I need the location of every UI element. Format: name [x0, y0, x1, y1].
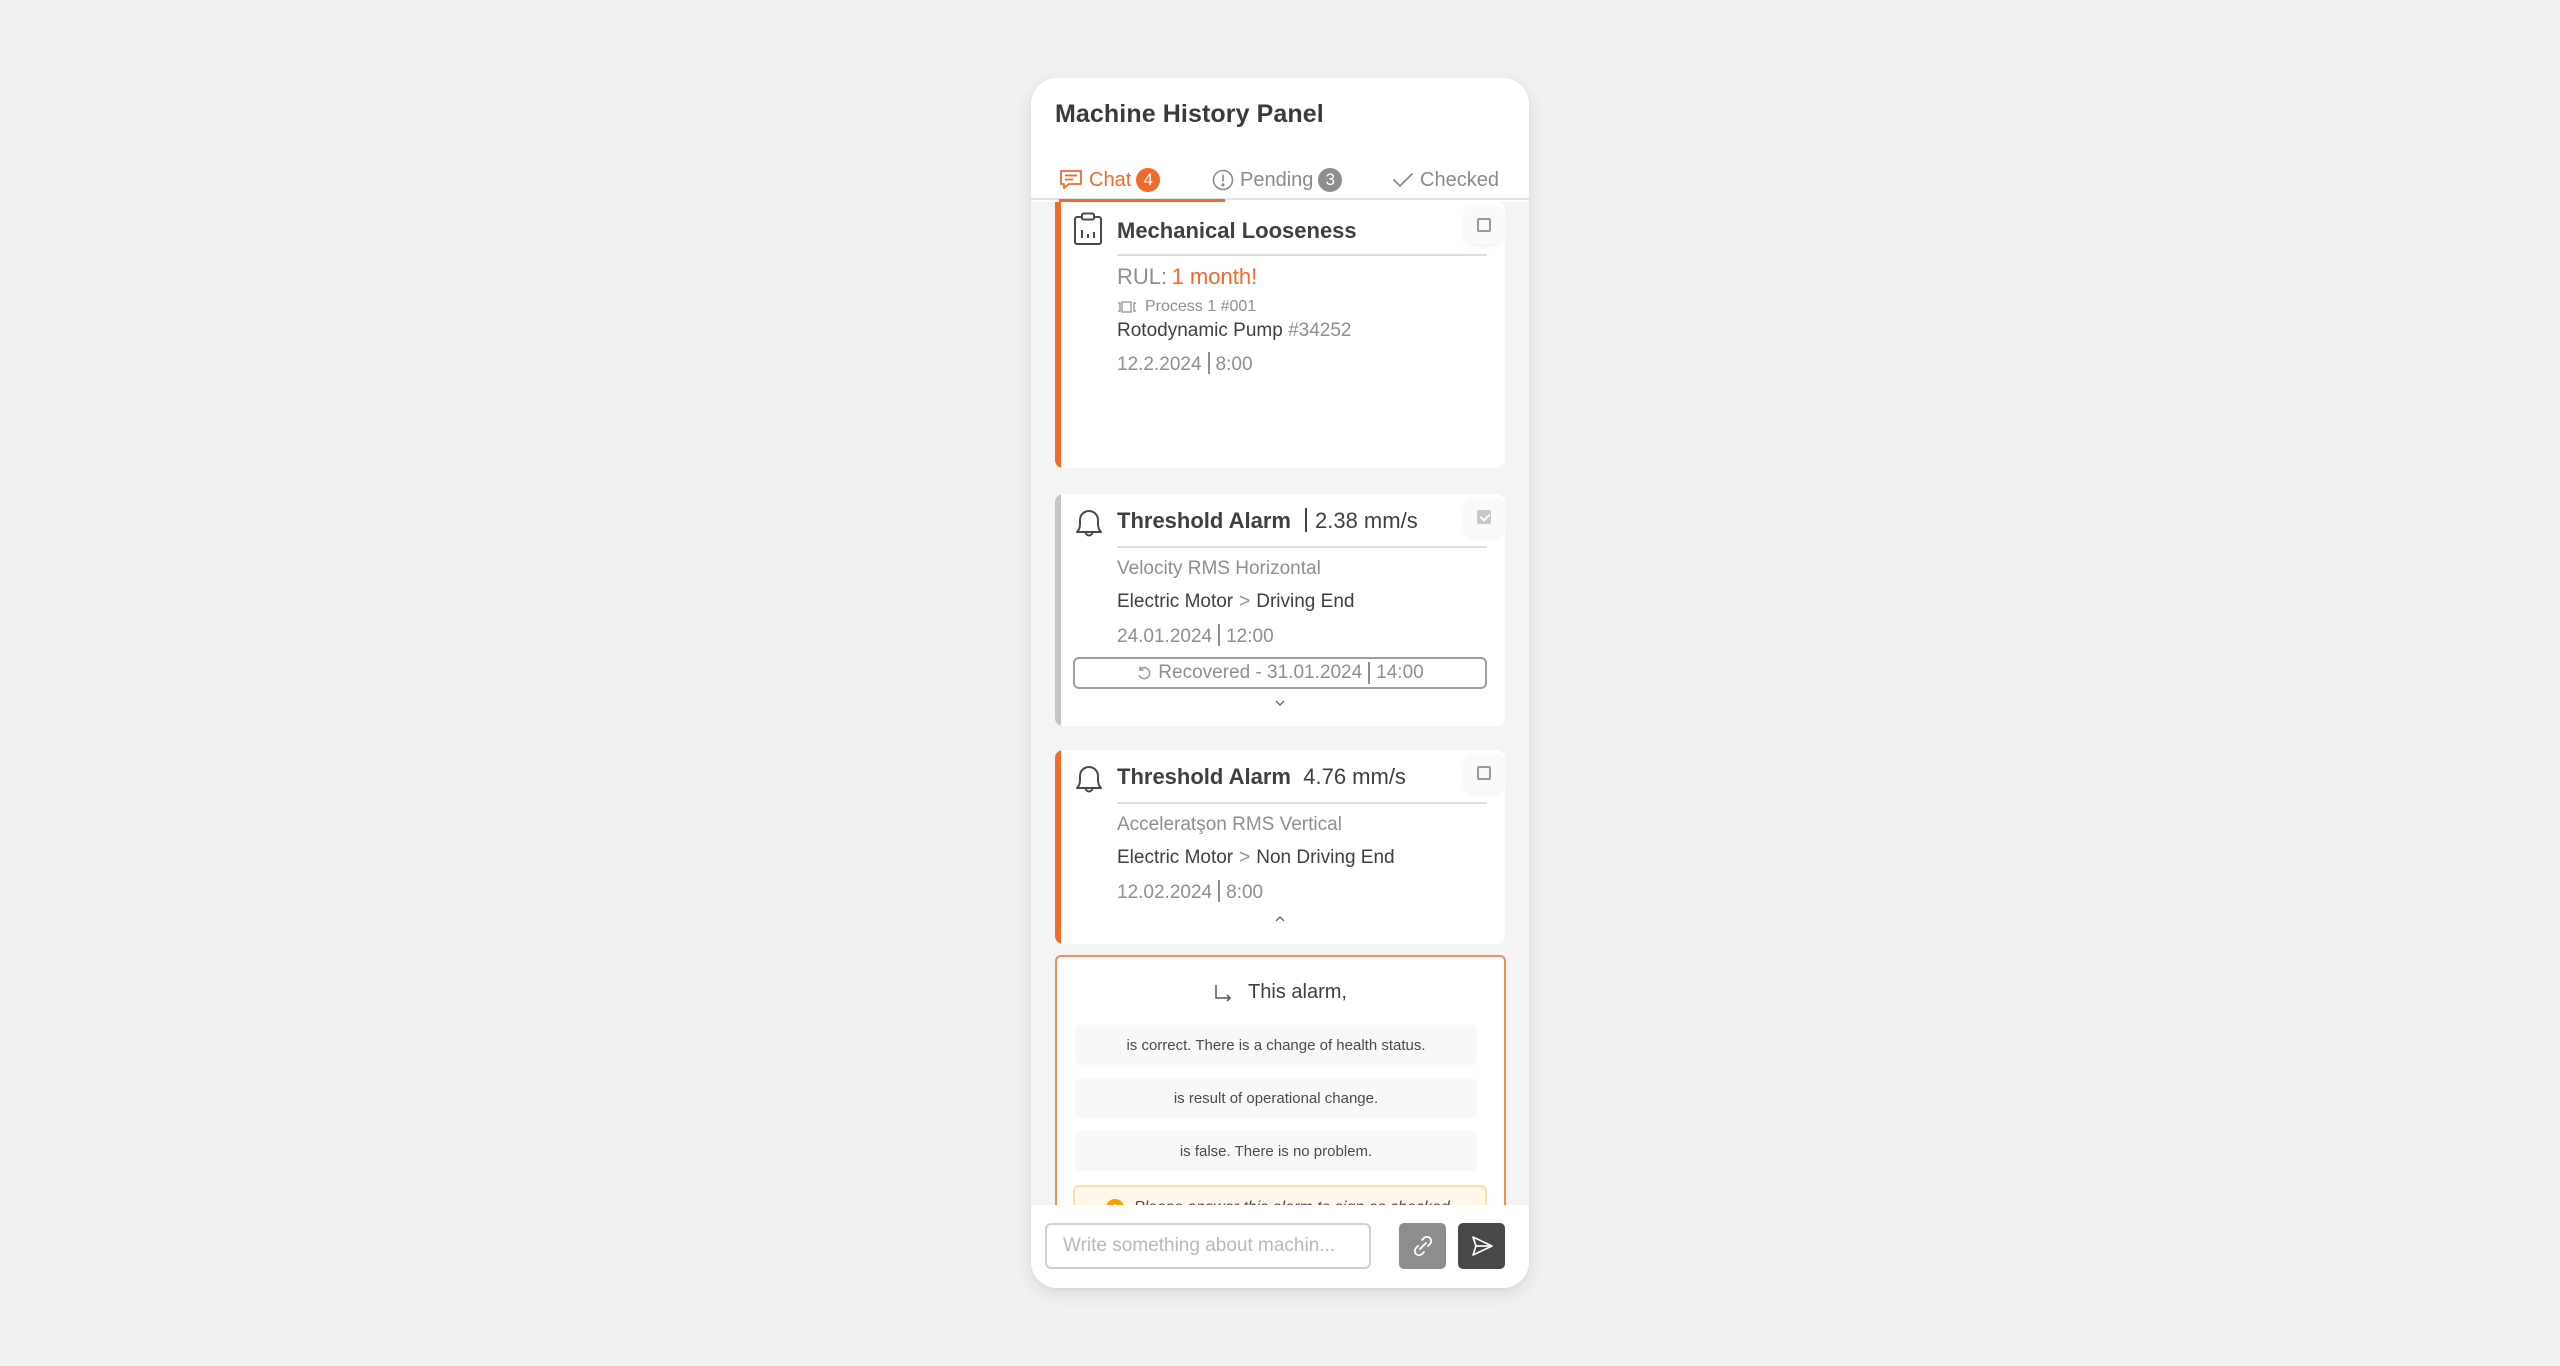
checkbox-box — [1477, 218, 1491, 232]
metric-label: Velocity RMS Horizontal — [1117, 558, 1321, 579]
time: 8:00 — [1215, 354, 1253, 375]
check-icon — [1393, 173, 1413, 187]
time: 8:00 — [1226, 882, 1264, 903]
alarm-value: 2.38 mm/s — [1315, 508, 1418, 533]
clipboard-chart-icon — [1074, 212, 1102, 245]
pipe-divider — [1218, 880, 1221, 902]
rul-value: 1 month! — [1171, 264, 1258, 289]
title-divider — [1305, 508, 1307, 532]
recovered-status: Recovered - 31.01.2024 14:00 — [1073, 657, 1487, 689]
pipe-divider — [1218, 624, 1221, 646]
sub-component: Driving End — [1256, 591, 1355, 612]
machine-history-panel: Machine History Panel Chat 4 Pending 3 C… — [1031, 78, 1529, 1288]
process-row: Process 1 #001 — [1117, 298, 1256, 316]
date: 12.02.2024 — [1117, 882, 1213, 903]
feedback-option-operational[interactable]: is result of operational change. — [1075, 1078, 1477, 1118]
component-breadcrumb: Electric Motor > Non Driving End — [1117, 847, 1395, 869]
attach-button[interactable] — [1399, 1223, 1446, 1269]
date: 24.01.2024 — [1117, 626, 1213, 647]
mark-checked-checkbox[interactable] — [1465, 754, 1503, 792]
rul-row: RUL: 1 month! — [1117, 264, 1257, 290]
message-composer — [1031, 1205, 1529, 1288]
severity-stripe — [1055, 202, 1061, 468]
breadcrumb-separator: > — [1239, 591, 1251, 612]
send-icon — [1471, 1236, 1493, 1256]
alarm-feedback-box: This alarm, is correct. There is a chang… — [1055, 955, 1506, 1205]
expand-toggle[interactable] — [1055, 698, 1505, 708]
checkbox-box-checked — [1477, 510, 1491, 524]
component: Electric Motor — [1117, 847, 1234, 868]
diagnosis-card[interactable]: Mechanical Looseness RUL: 1 month! Proce… — [1055, 202, 1505, 468]
tab-checked[interactable]: Checked — [1392, 160, 1499, 200]
bell-icon — [1076, 766, 1102, 793]
paperclip-icon — [1413, 1235, 1432, 1257]
message-input[interactable] — [1045, 1223, 1371, 1269]
tab-label: Chat — [1089, 168, 1132, 191]
mark-checked-checkbox[interactable] — [1465, 498, 1503, 536]
collapse-toggle[interactable] — [1055, 914, 1505, 924]
chevron-up-icon — [1275, 916, 1285, 922]
card-divider — [1117, 254, 1487, 256]
date: 12.2.2024 — [1117, 354, 1202, 375]
breadcrumb-separator: > — [1239, 847, 1251, 868]
alarm-value: 4.76 mm/s — [1303, 764, 1406, 789]
process-icon — [1118, 301, 1136, 313]
tab-pending[interactable]: Pending 3 — [1212, 160, 1343, 200]
card-divider — [1117, 546, 1487, 548]
tab-count-badge: 3 — [1318, 168, 1343, 192]
timestamp: 12.2.2024 8:00 — [1117, 352, 1253, 376]
card-title: Threshold Alarm 2.38 mm/s — [1117, 508, 1418, 534]
metric-label: Acceleratşon RMS Vertical — [1117, 814, 1342, 835]
card-title: Mechanical Looseness — [1117, 218, 1357, 243]
card-title: Threshold Alarm 4.76 mm/s — [1117, 764, 1406, 790]
panel-title: Machine History Panel — [1055, 100, 1324, 128]
alarm-title: Threshold Alarm — [1117, 764, 1291, 789]
time: 12:00 — [1226, 626, 1274, 647]
chat-icon — [1060, 170, 1082, 189]
rul-label: RUL: — [1117, 264, 1168, 289]
machine-id: #34252 — [1288, 320, 1352, 341]
feedback-heading-text: This alarm, — [1248, 981, 1347, 1003]
process-id: #001 — [1220, 298, 1257, 315]
feedback-heading: This alarm, — [1057, 981, 1504, 1004]
component: Electric Motor — [1117, 591, 1234, 612]
card-divider — [1117, 802, 1487, 804]
recovered-label: Recovered - 31.01.2024 — [1158, 662, 1363, 683]
tab-chat[interactable]: Chat 4 — [1059, 160, 1225, 202]
recover-icon — [1138, 666, 1151, 680]
severity-stripe — [1055, 494, 1061, 726]
sub-component: Non Driving End — [1256, 847, 1395, 868]
exclamation-circle-icon — [1212, 169, 1234, 191]
tab-count-badge: 4 — [1136, 168, 1161, 192]
bell-icon — [1076, 510, 1102, 537]
component-breadcrumb: Electric Motor > Driving End — [1117, 591, 1354, 613]
feedback-option-correct[interactable]: is correct. There is a change of health … — [1075, 1025, 1477, 1065]
alarm-title: Threshold Alarm — [1117, 508, 1291, 533]
timestamp: 12.02.2024 8:00 — [1117, 880, 1263, 904]
send-button[interactable] — [1458, 1223, 1505, 1269]
tab-label: Pending — [1240, 168, 1314, 191]
checkbox-box — [1477, 766, 1491, 780]
machine-row: Rotodynamic Pump #34252 — [1117, 320, 1351, 342]
chevron-down-icon — [1275, 700, 1285, 706]
machine-name: Rotodynamic Pump — [1117, 320, 1283, 341]
tab-label: Checked — [1420, 168, 1499, 191]
process-name: Process 1 — [1145, 298, 1217, 315]
pipe-divider — [1368, 662, 1371, 684]
message-feed[interactable]: Mechanical Looseness RUL: 1 month! Proce… — [1031, 202, 1529, 1205]
feedback-option-false[interactable]: is false. There is no problem. — [1075, 1131, 1477, 1171]
mark-checked-checkbox[interactable] — [1465, 206, 1503, 244]
recovered-time: 14:00 — [1376, 662, 1424, 683]
pipe-divider — [1207, 352, 1210, 374]
timestamp: 24.01.2024 12:00 — [1117, 624, 1274, 648]
alarm-card[interactable]: Threshold Alarm 2.38 mm/s Velocity RMS Ho… — [1055, 494, 1505, 726]
alarm-card[interactable]: Threshold Alarm 4.76 mm/s Acceleratşon R… — [1055, 750, 1505, 944]
tab-bar: Chat 4 Pending 3 Checked — [1031, 160, 1529, 202]
reply-arrow-icon — [1215, 984, 1232, 1002]
warning-notice: ! Please answer this alarm to sign as ch… — [1073, 1185, 1487, 1205]
